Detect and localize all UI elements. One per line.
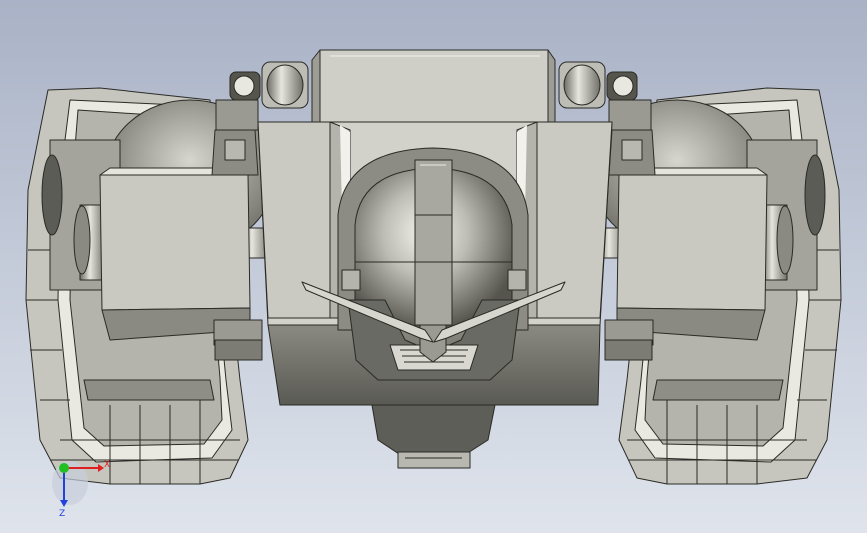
3d-viewport[interactable]: X Z: [0, 0, 867, 533]
mech-model[interactable]: [25, 49, 842, 485]
x-axis-label: X: [104, 460, 110, 470]
model-canvas[interactable]: X Z: [0, 0, 867, 533]
right-side-box[interactable]: [604, 167, 768, 346]
y-axis-dot: [59, 463, 69, 473]
top-center-block[interactable]: [311, 49, 556, 129]
z-axis-label: Z: [59, 509, 65, 519]
left-side-box[interactable]: [99, 167, 263, 346]
